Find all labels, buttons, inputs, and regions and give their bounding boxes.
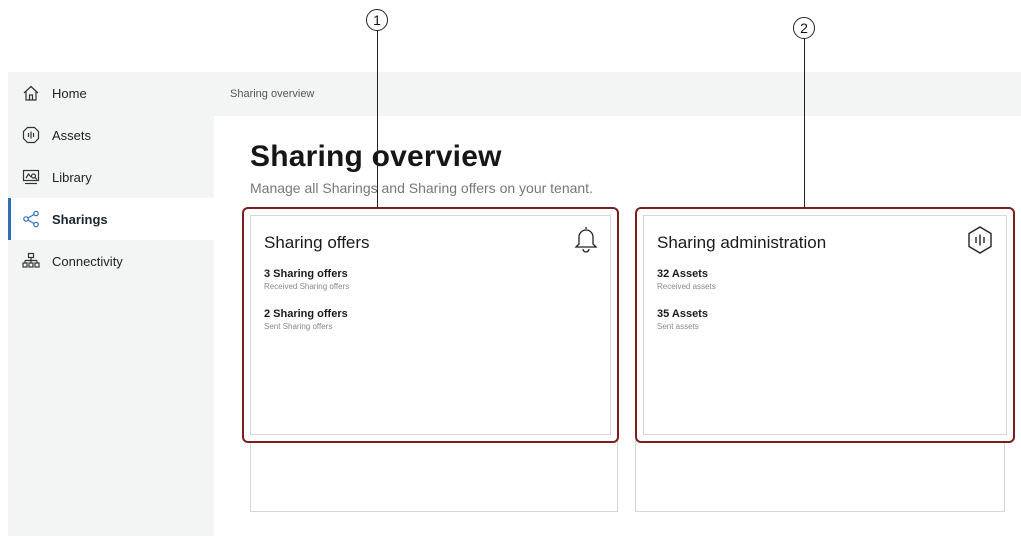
stat-label: Sent assets — [657, 322, 699, 331]
sidebar-item-assets[interactable]: Assets — [8, 114, 214, 156]
callout-2-line — [804, 36, 805, 208]
card-placeholder — [635, 440, 1005, 512]
sidebar: Home Assets Library Sharings Connectivit… — [8, 72, 214, 536]
sidebar-item-library[interactable]: Library — [8, 156, 214, 198]
stat-value: 2 Sharing offers — [264, 308, 348, 320]
home-icon — [14, 84, 48, 102]
top-bar: Sharing overview — [214, 72, 1021, 116]
page-title: Sharing overview — [250, 140, 502, 173]
asset-icon — [965, 225, 995, 260]
stat-value: 3 Sharing offers — [264, 268, 348, 280]
network-icon — [14, 252, 48, 270]
sidebar-item-label: Assets — [52, 127, 92, 143]
stat-value: 35 Assets — [657, 308, 708, 320]
stat-label: Sent Sharing offers — [264, 322, 333, 331]
card-title: Sharing administration — [657, 233, 827, 252]
sidebar-item-connectivity[interactable]: Connectivity — [8, 240, 214, 282]
card-title: Sharing offers — [264, 233, 370, 252]
page-subtitle: Manage all Sharings and Sharing offers o… — [250, 180, 593, 196]
sidebar-item-label: Connectivity — [52, 253, 123, 269]
callout-1-line — [377, 28, 378, 208]
callout-2: 2 — [793, 17, 815, 39]
sidebar-item-label: Library — [52, 169, 92, 185]
sent-offers-stat[interactable]: 2 Sharing offers Sent Sharing offers — [264, 308, 348, 331]
asset-icon — [14, 126, 48, 144]
card-placeholder — [250, 440, 618, 512]
callout-1: 1 — [366, 9, 388, 31]
stat-value: 32 Assets — [657, 268, 708, 280]
breadcrumb[interactable]: Sharing overview — [230, 88, 314, 100]
sidebar-item-label: Sharings — [52, 211, 108, 227]
received-offers-stat[interactable]: 3 Sharing offers Received Sharing offers — [264, 268, 349, 291]
sidebar-item-home[interactable]: Home — [8, 72, 214, 114]
library-icon — [14, 168, 48, 186]
sharing-administration-card[interactable]: Sharing administration 32 Assets Receive… — [635, 207, 1015, 443]
sidebar-item-sharings[interactable]: Sharings — [8, 198, 214, 240]
stat-label: Received assets — [657, 282, 716, 291]
sent-assets-stat[interactable]: 35 Assets Sent assets — [657, 308, 708, 331]
sidebar-item-label: Home — [52, 85, 87, 101]
stat-label: Received Sharing offers — [264, 282, 350, 291]
share-icon — [14, 210, 48, 228]
received-assets-stat[interactable]: 32 Assets Received assets — [657, 268, 716, 291]
bell-icon — [573, 225, 599, 258]
sharing-offers-card[interactable]: Sharing offers 3 Sharing offers Received… — [242, 207, 619, 443]
